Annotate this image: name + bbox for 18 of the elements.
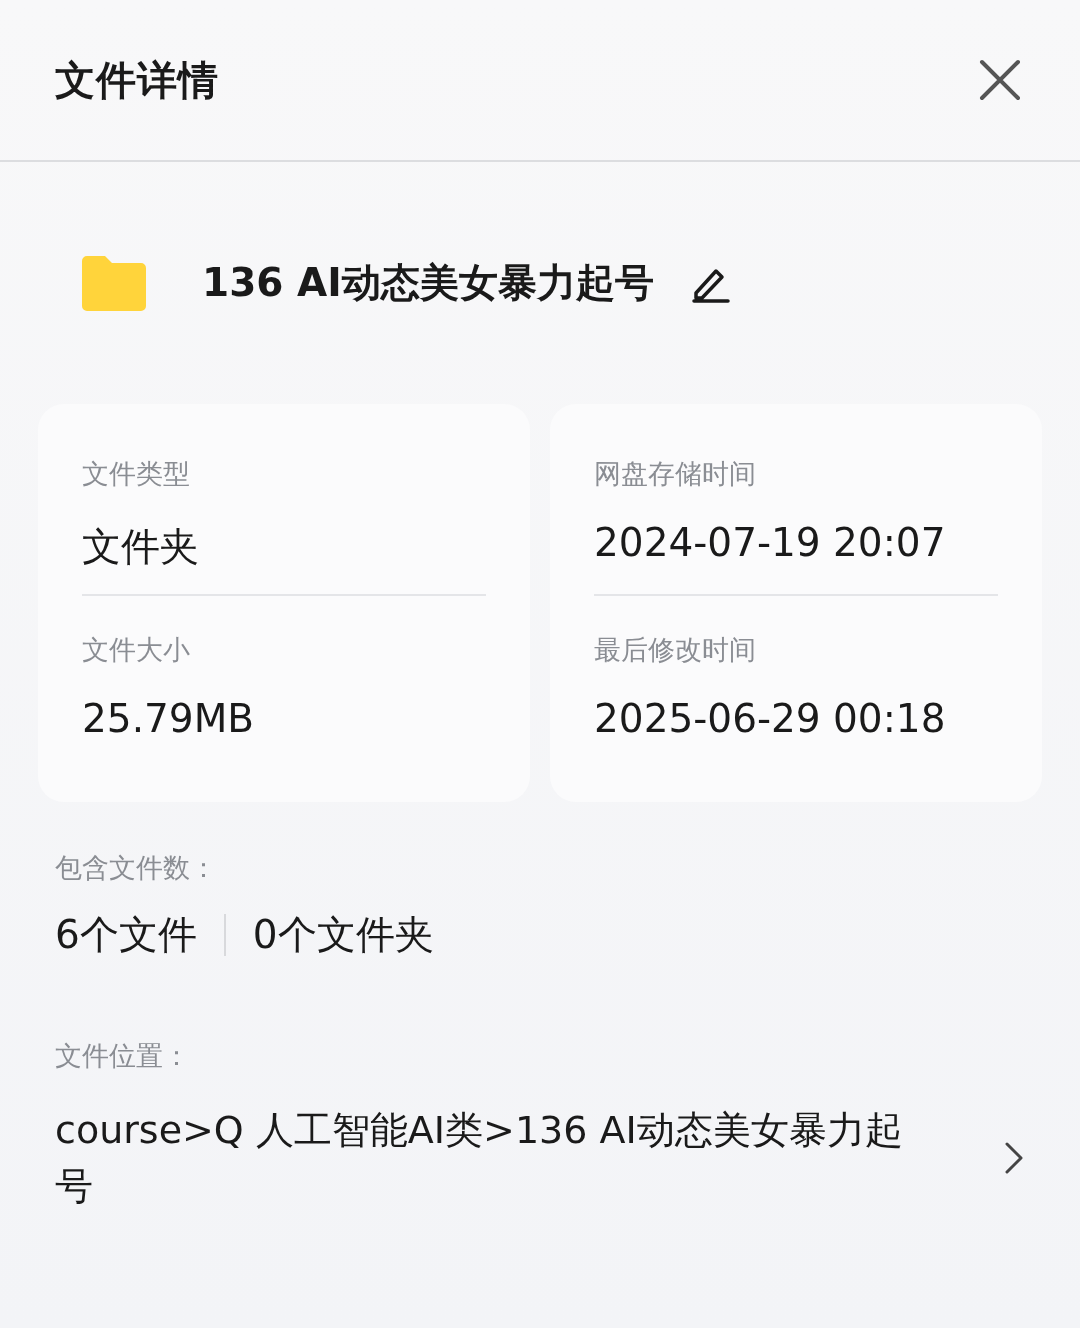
- file-name: 136 AI动态美女暴力起号: [202, 259, 654, 307]
- section-label: 包含文件数：: [55, 851, 218, 885]
- detail-value: 文件夹: [82, 523, 200, 571]
- file-count: 6个文件: [55, 911, 197, 959]
- folder-icon: [82, 255, 146, 311]
- folder-count: 0个文件夹: [252, 911, 434, 959]
- detail-label: 最后修改时间: [594, 633, 757, 668]
- detail-label: 文件类型: [82, 457, 191, 491]
- detail-value: 25.79MB: [82, 696, 256, 742]
- close-icon[interactable]: [978, 58, 1022, 102]
- file-path[interactable]: course>Q 人工智能AI类>136 AI动态美女暴力起号: [55, 1102, 935, 1214]
- detail-label: 文件大小: [82, 633, 191, 668]
- section-label: 文件位置：: [55, 1039, 191, 1073]
- chevron-icon[interactable]: [1003, 1141, 1025, 1175]
- detail-value: 2025-06-29 00:18: [594, 696, 947, 742]
- detail-label: 网盘存储时间: [594, 457, 757, 491]
- detail-value: 2024-07-19 20:07: [594, 520, 947, 565]
- dialog-title: 文件详情: [55, 55, 219, 105]
